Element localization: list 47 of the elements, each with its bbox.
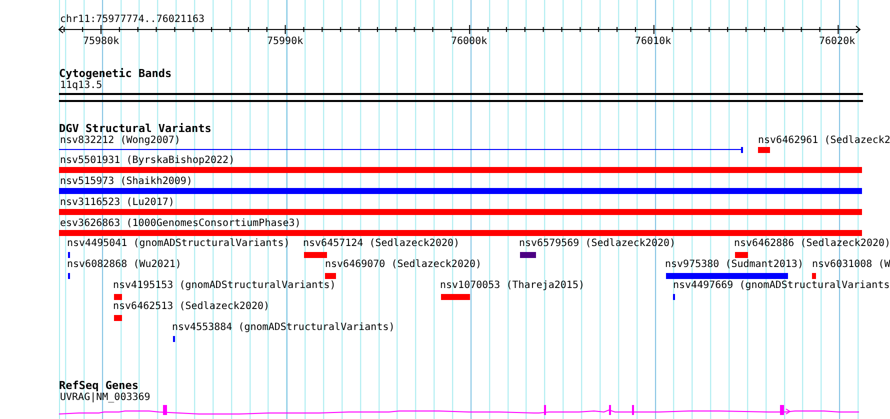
variant-label: nsv515973 (Shaikh2009) [60, 176, 192, 188]
variant-label: nsv1070053 (Thareja2015) [440, 280, 584, 292]
variant-line[interactable] [59, 149, 741, 150]
location-label: chr11:75977774..76021163 [60, 14, 204, 26]
variant-bar[interactable] [59, 167, 862, 173]
variant-bar[interactable] [758, 147, 770, 153]
track-title: RefSeq Genes [59, 379, 138, 392]
variant-label: nsv6082868 (Wu2021) [67, 259, 182, 271]
variant-label: nsv4195153 (gnomADStructuralVariants) [113, 280, 336, 292]
track-title: DGV Structural Variants [59, 122, 212, 135]
variant-bar[interactable] [520, 252, 536, 258]
band-label: 11q13.5 [60, 80, 102, 92]
variant-bar[interactable] [304, 252, 327, 258]
variant-label: esv3626863 (1000GenomesConsortiumPhase3) [60, 218, 301, 230]
variant-bar[interactable] [114, 294, 122, 300]
variant-bar[interactable] [114, 315, 122, 321]
variant-end-mark [741, 147, 743, 153]
variant-label: nsv975380 (Sudmant2013) [665, 259, 804, 271]
variant-bar[interactable] [666, 273, 788, 279]
variant-bar[interactable] [812, 273, 816, 279]
variant-label: nsv6457124 (Sedlazeck2020) [303, 238, 460, 250]
variant-label: nsv6462961 (Sedlazeck2 [758, 135, 890, 147]
tick-label: 75990k [267, 36, 304, 48]
variant-label: nsv4495041 (gnomADStructuralVariants) [67, 238, 290, 250]
chromosome-band[interactable] [59, 93, 863, 102]
variant-bar[interactable] [59, 188, 862, 194]
variant-bar[interactable] [441, 294, 470, 300]
variant-bar[interactable] [59, 209, 862, 215]
variant-label: nsv6579569 (Sedlazeck2020) [519, 238, 676, 250]
variant-label: nsv4497669 (gnomADStructuralVariants [673, 280, 890, 292]
variant-label: nsv6469070 (Sedlazeck2020) [325, 259, 482, 271]
variant-label: nsv4553884 (gnomADStructuralVariants) [172, 322, 395, 334]
variant-label: nsv832212 (Wong2007) [60, 135, 180, 147]
variant-label: nsv3116523 (Lu2017) [60, 197, 174, 209]
variant-label: nsv6462886 (Sedlazeck2020) [734, 238, 890, 250]
tick-label: 76000k [451, 36, 488, 48]
tick-label: 75980k [83, 36, 120, 48]
variant-bar[interactable] [59, 230, 862, 236]
variant-label: nsv5501931 (ByrskaBishop2022) [60, 155, 235, 167]
track-title: Cytogenetic Bands [59, 67, 172, 80]
tick-label: 76010k [635, 36, 672, 48]
variant-label: nsv6031008 (W [812, 259, 890, 271]
variant-bar[interactable] [325, 273, 336, 279]
variant-label: nsv6462513 (Sedlazeck2020) [113, 301, 270, 313]
gene-label: UVRAG|NM_003369 [60, 392, 150, 404]
tick-label: 76020k [819, 36, 856, 48]
variant-bar[interactable] [735, 252, 748, 258]
